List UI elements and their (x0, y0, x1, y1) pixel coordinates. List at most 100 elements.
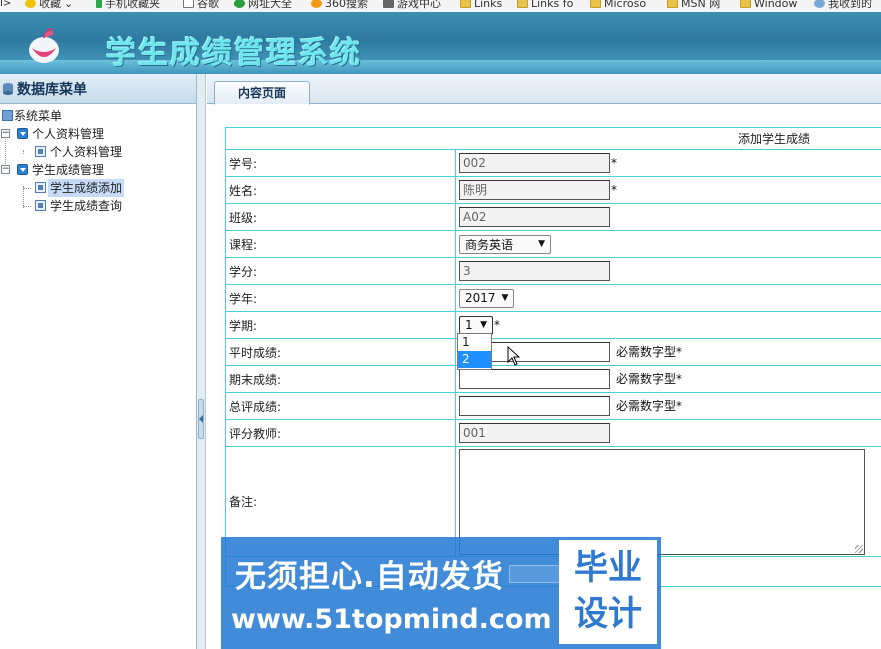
form-row: 课程: 商务英语 ▼ (225, 230, 881, 258)
form-row: 姓名: 陈明 * (225, 176, 881, 204)
dropdown-arrow-icon: ▼ (480, 320, 487, 330)
form-row: 学分: 3 (225, 257, 881, 285)
page-icon (183, 0, 194, 8)
field-label: 学分: (225, 257, 456, 285)
form-row: 期末成绩: 必需数字型* (225, 365, 881, 393)
required-mark: * (611, 182, 617, 197)
page-icon (35, 200, 46, 211)
database-icon (3, 82, 13, 95)
folder-icon (667, 0, 678, 8)
field-label: 班级: (225, 203, 456, 231)
magnifier-icon (814, 0, 825, 8)
final-score-input[interactable] (459, 369, 610, 389)
collapse-sidebar-handle[interactable] (198, 399, 204, 439)
search-360-icon (311, 0, 322, 8)
tree-item-add-score[interactable]: 学生成绩添加 (0, 179, 197, 197)
tree-item-profile[interactable]: 个人资料管理 (0, 143, 197, 161)
term-select[interactable]: 1 ▼ (459, 315, 493, 335)
watermark-text: 无须担心.自动发货 (235, 559, 504, 595)
form-row: 总评成绩: 必需数字型* (225, 392, 881, 420)
field-label: 学号: (225, 149, 456, 177)
gamepad-icon (383, 0, 394, 8)
term-option-highlighted[interactable]: 2 (458, 351, 491, 368)
favorites-item[interactable]: 网址大全 (234, 0, 292, 9)
favorites-item[interactable]: Links (460, 0, 502, 9)
favorites-item[interactable]: 我收到的 (814, 0, 872, 9)
favorites-item[interactable]: MSN 网 (667, 0, 720, 9)
term-dropdown-list: 1 2 (457, 333, 492, 370)
field-label: 总评成绩: (225, 392, 456, 420)
sidebar: 数据库菜单 系统菜单 − 个人资料管理 个人资料管理 − 学生成绩管理 学生成绩… (0, 74, 197, 649)
credit-field[interactable]: 3 (459, 261, 610, 281)
favorites-item[interactable]: 游戏中心 (383, 0, 441, 9)
resize-grip-icon[interactable] (855, 544, 863, 553)
apple-logo-icon (29, 28, 59, 63)
form-title: 添加学生成绩 (225, 127, 881, 150)
tree-item-query-score[interactable]: 学生成绩查询 (0, 197, 197, 215)
watermark-url: www.51topmind.com (231, 604, 552, 635)
name-field[interactable]: 陈明 (459, 180, 610, 200)
favorites-item[interactable]: 360搜索 (311, 0, 368, 9)
numeric-hint: 必需数字型* (616, 398, 683, 413)
form-row: 评分教师: 001 (225, 419, 881, 447)
app-title: 学生成绩管理系统 (106, 36, 362, 71)
phone-icon (96, 0, 102, 8)
form-row: 学号: 002 * (225, 149, 881, 177)
folder-icon (590, 0, 601, 8)
sidebar-heading: 数据库菜单 (17, 81, 87, 98)
favorites-item[interactable]: 谷歌 (183, 0, 219, 9)
field-label: 姓名: (225, 176, 456, 204)
watermark-banner: 无须担心.自动发货 www.51topmind.com 毕业 设计 (221, 537, 661, 649)
back-chevron-icon[interactable]: I> (0, 0, 11, 9)
term-option[interactable]: 1 (458, 334, 491, 351)
field-label: 期末成绩: (225, 365, 456, 393)
field-label: 评分教师: (225, 419, 456, 447)
tree-item-score-group[interactable]: − 学生成绩管理 (0, 161, 197, 179)
collapse-toggle-icon[interactable]: − (1, 165, 10, 174)
favorites-item[interactable]: Links fo (517, 0, 573, 9)
favorites-item[interactable]: 手机收藏夹 (96, 0, 160, 9)
system-menu-icon (2, 110, 13, 121)
dropdown-arrow-icon: ▼ (538, 239, 545, 249)
total-score-input[interactable] (459, 396, 610, 416)
tab-content-page[interactable]: 内容页面 (214, 81, 310, 105)
teacher-field[interactable]: 001 (459, 423, 610, 443)
page-icon (35, 182, 46, 193)
course-select[interactable]: 商务英语 ▼ (459, 234, 551, 254)
app-header: 学生成绩管理系统 (0, 12, 881, 74)
tree-item-profile-group[interactable]: − 个人资料管理 (0, 125, 197, 143)
required-mark: * (494, 317, 500, 332)
favorites-item[interactable]: Window (740, 0, 797, 9)
field-label: 课程: (225, 230, 456, 258)
mouse-pointer-icon (507, 346, 521, 366)
panel-splitter[interactable] (197, 74, 206, 649)
tab-bar: 内容页面 (207, 74, 881, 105)
student-id-field[interactable]: 002 (459, 153, 610, 173)
field-label: 平时成绩: (225, 338, 456, 366)
tree-item-system-menu[interactable]: 系统菜单 (0, 107, 197, 125)
folder-icon (740, 0, 751, 8)
favorites-item[interactable]: 收藏 ⌄ (25, 0, 73, 9)
dropdown-arrow-icon: ▼ (501, 293, 509, 303)
collapse-toggle-icon[interactable]: − (1, 129, 10, 138)
sidebar-header: 数据库菜单 (0, 74, 196, 104)
favorites-item[interactable]: Microso (590, 0, 646, 9)
form-row: 平时成绩: 必需数字型* (225, 338, 881, 366)
form-row: 班级: A02 (225, 203, 881, 231)
class-field[interactable]: A02 (459, 207, 610, 227)
form-row: 学年: 2017 ▼ (225, 284, 881, 312)
form-row: 学期: 1 ▼ * (225, 311, 881, 339)
required-mark: * (611, 155, 617, 170)
folder-icon (460, 0, 471, 8)
field-label: 学年: (225, 284, 456, 312)
star-icon (25, 0, 36, 8)
year-select[interactable]: 2017 ▼ (459, 288, 514, 308)
folder-icon (517, 0, 528, 8)
page-icon (35, 146, 46, 157)
numeric-hint: 必需数字型* (616, 371, 683, 386)
plus-circle-icon (234, 0, 245, 8)
menu-tree: 系统菜单 − 个人资料管理 个人资料管理 − 学生成绩管理 学生成绩添加 学生成… (0, 104, 196, 224)
numeric-hint: 必需数字型* (616, 344, 683, 359)
folder-icon (17, 128, 28, 139)
browser-favorites-bar: I> 收藏 ⌄ 手机收藏夹 谷歌 网址大全 360搜索 游戏中心 Links Li… (0, 0, 881, 12)
